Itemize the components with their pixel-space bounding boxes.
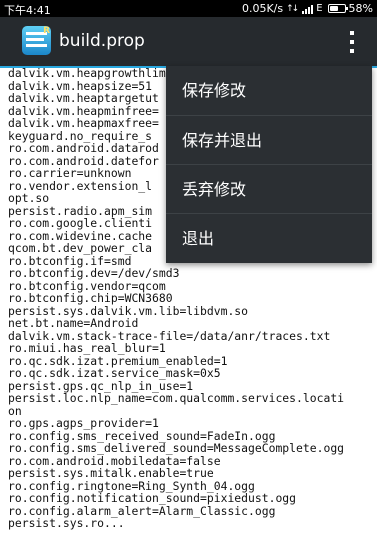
data-activity-icon: ↑↓ (286, 3, 299, 14)
status-time: 下午4:41 (4, 4, 51, 17)
editor-line: ro.btconfig.chip=WCN3680 (8, 291, 173, 305)
editor-line: ro.qc.sdk.izat.service_mask=0x5 (8, 366, 221, 380)
menu-item-discard-changes[interactable]: 丢弃修改 (166, 164, 372, 213)
status-indicators: 0.05K/s ↑↓ E 58% (242, 2, 373, 15)
menu-item-exit[interactable]: 退出 (166, 213, 372, 262)
signal-strength-icon (302, 4, 314, 14)
editor-line: ro.miui.has_real_blur=1 (8, 341, 166, 355)
menu-item-save-and-exit[interactable]: 保存并退出 (166, 115, 372, 164)
status-bar: 下午4:41 0.05K/s ↑↓ E 58% (0, 0, 377, 17)
action-bar: R build.prop (0, 17, 377, 66)
editor-line: ro.gps.agps_provider=1 (8, 416, 159, 430)
overflow-menu-icon[interactable] (347, 31, 357, 53)
network-speed: 0.05K/s (241, 2, 284, 15)
network-type: E (316, 3, 323, 14)
menu-item-save-changes[interactable]: 保存修改 (166, 66, 372, 115)
editor-line: persist.loc.nlp_name=com.qualcomm.servic… (8, 391, 345, 405)
editor-line: ro.config.sms_delivered_sound=MessageCom… (8, 441, 345, 455)
build-prop-editor-icon[interactable]: R (22, 26, 51, 55)
app-title: build.prop (59, 31, 145, 51)
battery-icon (327, 4, 348, 13)
editor-line: persist.sys.mitalk.enable=true (8, 466, 214, 480)
battery-fill (329, 6, 338, 11)
editor-line: net.bt.name=Android (8, 316, 139, 330)
overflow-popup-menu: 保存修改 保存并退出 丢弃修改 退出 (166, 66, 372, 263)
editor-line: persist.sys.ro... (8, 516, 125, 530)
editor-line: ro.config.notification_sound=pixiedust.o… (8, 491, 297, 505)
battery-percent: 58% (348, 2, 373, 15)
editor-line: ro.btconfig.dev=/dev/smd3 (8, 266, 180, 280)
